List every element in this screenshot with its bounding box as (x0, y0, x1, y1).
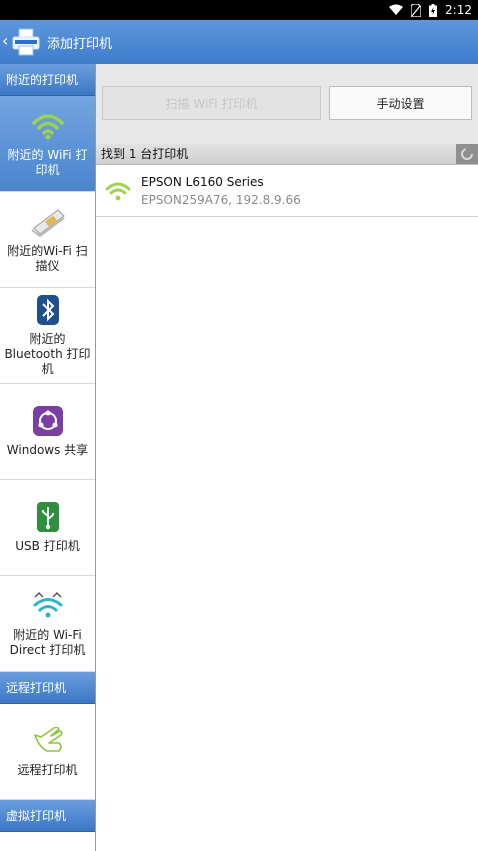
status-bar: 2:12 (0, 0, 478, 20)
sidebar-item-bluetooth-printer[interactable]: 附近的 Bluetooth 打印机 (0, 288, 95, 384)
sidebar-item-wifi-scanner[interactable]: 附近的Wi-Fi 扫描仪 (0, 192, 95, 288)
sidebar-item-wifi-direct-printer[interactable]: 附近的 Wi-Fi Direct 打印机 (0, 576, 95, 672)
remote-hand-icon (33, 727, 63, 752)
sidebar-item-windows-share[interactable]: Windows 共享 (0, 384, 95, 480)
scanner-icon (30, 208, 65, 237)
printer-list-item[interactable]: EPSON L6160 Series EPSON259A76, 192.8.9.… (96, 165, 478, 217)
section-header-nearby: 附近的打印机 (0, 64, 95, 96)
main-panel: 扫描 WiFi 打印机 手动设置 找到 1 台打印机 EPSON L6160 S… (96, 64, 478, 851)
printer-name: EPSON L6160 Series (141, 175, 264, 189)
toolbar: 扫描 WiFi 打印机 手动设置 (96, 64, 478, 144)
status-icons: 2:12 (389, 2, 472, 18)
sidebar-item-label: 附近的 WiFi 打印机 (7, 147, 88, 177)
section-header-remote: 远程打印机 (0, 672, 95, 704)
back-chevron-icon[interactable]: ‹ (2, 31, 8, 50)
wifi-printer-icon (105, 182, 131, 201)
printer-logo-icon[interactable] (10, 26, 42, 58)
wifi-direct-icon (33, 591, 62, 617)
no-sim-icon (411, 3, 422, 17)
found-count-text: 找到 1 台打印机 (101, 147, 189, 161)
found-count-bar: 找到 1 台打印机 (96, 144, 478, 165)
sidebar-item-label: Windows 共享 (6, 443, 89, 457)
page-title: 添加打印机 (47, 37, 113, 52)
sidebar-item-remote-printer[interactable]: 远程打印机 (0, 704, 95, 800)
sidebar-item-label: USB 打印机 (15, 539, 80, 553)
sidebar: 附近的打印机 附近的 WiFi 打印机 附近的Wi-Fi 扫描仪 附近的 Blu… (0, 64, 96, 851)
windows-share-icon (32, 406, 63, 436)
manual-setup-button[interactable]: 手动设置 (329, 86, 472, 120)
app-bar: ‹ 添加打印机 (0, 20, 478, 64)
sidebar-item-label: 远程打印机 (17, 763, 78, 777)
sidebar-item-label: 附近的 Bluetooth 打印机 (4, 332, 91, 376)
refresh-spinner-icon[interactable] (456, 144, 478, 164)
battery-icon (429, 3, 438, 17)
printer-address: EPSON259A76, 192.8.9.66 (141, 193, 301, 207)
sidebar-item-label: 附近的Wi-Fi 扫描仪 (7, 243, 88, 273)
sidebar-item-usb-printer[interactable]: USB 打印机 (0, 480, 95, 576)
clock: 2:12 (445, 3, 472, 17)
wifi-signal-icon (389, 4, 404, 15)
bluetooth-icon (36, 295, 59, 325)
scan-wifi-printer-button[interactable]: 扫描 WiFi 打印机 (102, 86, 321, 120)
sidebar-item-label: 附近的 Wi-Fi Direct 打印机 (9, 627, 86, 657)
sidebar-item-wifi-printer[interactable]: 附近的 WiFi 打印机 (0, 96, 95, 192)
usb-icon (36, 502, 59, 532)
section-header-virtual: 虚拟打印机 (0, 800, 95, 832)
wifi-icon (31, 113, 64, 139)
